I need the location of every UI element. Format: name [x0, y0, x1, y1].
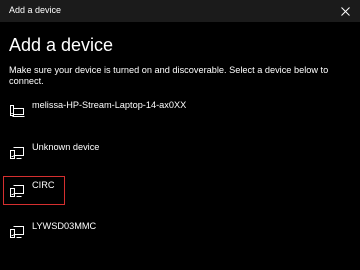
device-item[interactable]: CIRC — [4, 176, 344, 206]
device-name: LYWSD03MMC — [32, 221, 97, 231]
device-item[interactable]: LYWSD03MMC — [4, 217, 344, 247]
display-icon — [10, 147, 24, 159]
device-item[interactable]: Unknown device — [4, 138, 344, 168]
add-device-window: Add a device Add a device Make sure your… — [0, 0, 360, 270]
window-title: Add a device — [9, 5, 62, 15]
laptop-icon — [10, 105, 25, 117]
display-icon — [10, 185, 24, 197]
device-item[interactable]: melissa-HP-Stream-Laptop-14-ax0XX — [4, 96, 344, 126]
close-icon — [340, 6, 350, 16]
title-bar: Add a device — [0, 0, 360, 22]
device-name: CIRC — [32, 180, 55, 190]
device-name: Unknown device — [32, 142, 100, 152]
page-heading: Add a device — [9, 35, 114, 55]
close-button[interactable] — [330, 0, 360, 22]
instructions-text: Make sure your device is turned on and d… — [9, 65, 329, 86]
display-icon — [10, 226, 24, 238]
device-name: melissa-HP-Stream-Laptop-14-ax0XX — [32, 100, 187, 110]
